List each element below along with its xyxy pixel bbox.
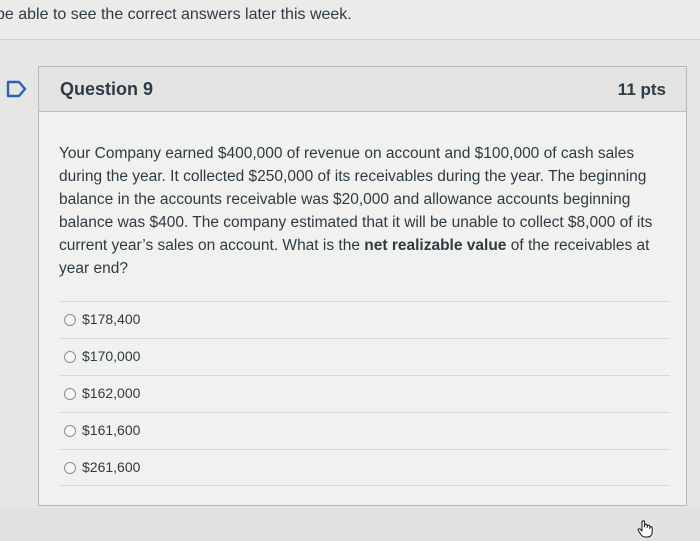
question-text: Your Company earned $400,000 of revenue … [59,142,671,280]
answer-option-1[interactable]: $178,400 [59,301,670,338]
answer-label[interactable]: $161,600 [82,422,140,438]
bottom-strip [0,508,700,541]
answer-label[interactable]: $162,000 [82,385,140,401]
radio-button[interactable] [64,314,76,326]
answer-option-5[interactable]: $261,600 [59,449,670,486]
question-card: Question 9 11 pts Your Company earned $4… [38,66,687,506]
answer-label[interactable]: $178,400 [82,311,140,327]
radio-button[interactable] [64,462,76,474]
answer-option-3[interactable]: $162,000 [59,375,670,412]
bookmark-flag-icon[interactable] [6,80,28,98]
radio-button[interactable] [64,351,76,363]
answer-label[interactable]: $261,600 [82,459,140,475]
hand-cursor-icon [637,520,653,538]
answer-label[interactable]: $170,000 [82,348,140,364]
notice-bar: be able to see the correct answers later… [0,0,700,40]
question-title: Question 9 [60,79,154,99]
question-header: Question 9 11 pts [39,67,686,112]
question-text-emphasis: net realizable value [364,237,507,254]
answer-option-2[interactable]: $170,000 [59,338,670,375]
notice-text: be able to see the correct answers later… [0,6,352,23]
question-points: 11 pts [617,80,666,99]
radio-button[interactable] [64,388,76,400]
answer-list: $178,400 $170,000 $162,000 $161,600 $261… [59,301,670,486]
answer-option-4[interactable]: $161,600 [59,412,670,449]
radio-button[interactable] [64,425,76,437]
